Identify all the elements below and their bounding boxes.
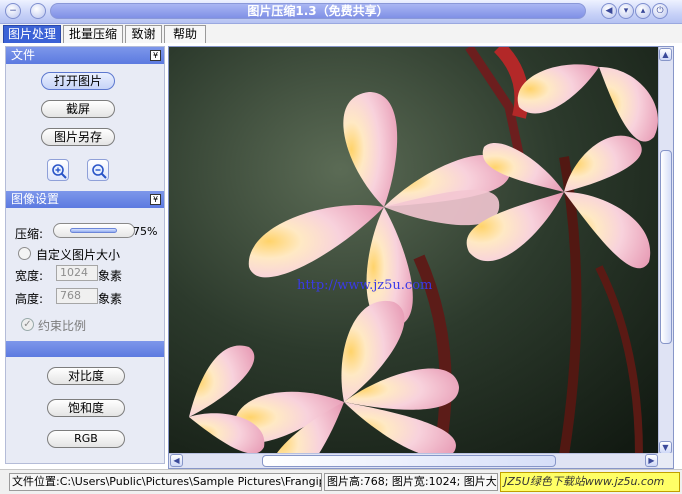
left-panel: 文件 ¥ 打开图片 截屏 图片另存 图像设置 ¥ 压缩: 75% 自定义图片大小… bbox=[5, 46, 165, 464]
tab-batch-compress[interactable]: 批量压缩 bbox=[63, 25, 123, 43]
window-title: 图片压缩1.3（免费共享） bbox=[50, 3, 586, 19]
width-unit: 象素 bbox=[98, 269, 123, 283]
scroll-left-icon[interactable]: ◀ bbox=[170, 454, 183, 467]
horizontal-scroll-thumb[interactable] bbox=[262, 455, 556, 467]
system-menu-icon[interactable]: − bbox=[5, 3, 21, 19]
collapse-icon[interactable]: ¥ bbox=[150, 194, 161, 205]
constrain-checkbox[interactable]: ✓ bbox=[21, 318, 34, 331]
constrain-label: 约束比例 bbox=[38, 319, 87, 333]
collapse-icon[interactable]: ¥ bbox=[150, 50, 161, 61]
screenshot-button[interactable]: 截屏 bbox=[41, 100, 115, 118]
scroll-up-icon[interactable]: ▲ bbox=[659, 48, 672, 61]
adjust-section-header bbox=[6, 341, 164, 357]
file-path-status: 文件位置:C:\Users\Public\Pictures\Sample Pic… bbox=[9, 473, 322, 491]
image-viewer[interactable]: http://www.jz5u.com ▲ ▼ ◀ ▶ bbox=[168, 46, 674, 469]
custom-size-label: 自定义图片大小 bbox=[36, 248, 121, 262]
maximize-icon[interactable]: ▴ bbox=[635, 3, 651, 19]
compress-slider[interactable] bbox=[53, 223, 135, 238]
zoom-out-button[interactable] bbox=[87, 159, 109, 181]
height-field[interactable]: 768 bbox=[56, 288, 98, 304]
title-bar: − 图片压缩1.3（免费共享） ◀ ▾ ▴ ⏻ bbox=[0, 0, 682, 24]
image-dimensions-status: 图片高:768; 图片宽:1024; 图片大 bbox=[324, 473, 498, 491]
scroll-right-icon[interactable]: ▶ bbox=[645, 454, 658, 467]
compress-label: 压缩: bbox=[15, 227, 44, 241]
file-section-title: 文件 bbox=[11, 48, 36, 62]
back-icon[interactable]: ◀ bbox=[601, 3, 617, 19]
image-settings-title: 图像设置 bbox=[11, 192, 60, 206]
saturation-button[interactable]: 饱和度 bbox=[47, 399, 125, 417]
file-section-header[interactable]: 文件 ¥ bbox=[6, 47, 164, 64]
compress-slider-fill bbox=[70, 228, 117, 233]
height-unit: 象素 bbox=[98, 292, 123, 306]
width-field[interactable]: 1024 bbox=[56, 265, 98, 281]
scroll-corner bbox=[658, 453, 673, 468]
zoom-out-icon bbox=[92, 164, 107, 179]
horizontal-scrollbar[interactable]: ◀ ▶ bbox=[169, 453, 659, 468]
minimize-icon[interactable]: ▾ bbox=[618, 3, 634, 19]
width-label: 宽度: bbox=[15, 269, 44, 283]
save-as-button[interactable]: 图片另存 bbox=[41, 128, 115, 146]
tab-thanks[interactable]: 致谢 bbox=[125, 25, 162, 43]
contrast-button[interactable]: 对比度 bbox=[47, 367, 125, 385]
minimize-left-icon[interactable] bbox=[30, 3, 46, 19]
rgb-button[interactable]: RGB bbox=[47, 430, 125, 448]
site-brand-badge[interactable]: JZ5U绿色下载站www.jz5u.com bbox=[500, 472, 680, 492]
image-settings-header[interactable]: 图像设置 ¥ bbox=[6, 191, 164, 208]
zoom-in-button[interactable] bbox=[47, 159, 69, 181]
frangipani-photo bbox=[169, 47, 659, 455]
vertical-scroll-thumb[interactable] bbox=[660, 150, 672, 344]
status-bar: 文件位置:C:\Users\Public\Pictures\Sample Pic… bbox=[0, 469, 682, 494]
vertical-scrollbar[interactable]: ▲ ▼ bbox=[658, 47, 673, 455]
tab-bar: 图片处理 批量压缩 致谢 帮助 bbox=[0, 24, 682, 43]
compress-value: 75% bbox=[133, 225, 158, 238]
custom-size-radio[interactable] bbox=[18, 247, 31, 260]
zoom-in-icon bbox=[52, 164, 67, 179]
tab-help[interactable]: 帮助 bbox=[164, 25, 206, 43]
open-image-button[interactable]: 打开图片 bbox=[41, 72, 115, 90]
tab-image-processing[interactable]: 图片处理 bbox=[3, 25, 61, 43]
height-label: 高度: bbox=[15, 292, 44, 306]
power-icon[interactable]: ⏻ bbox=[652, 3, 668, 19]
watermark-text: http://www.jz5u.com bbox=[297, 278, 433, 293]
